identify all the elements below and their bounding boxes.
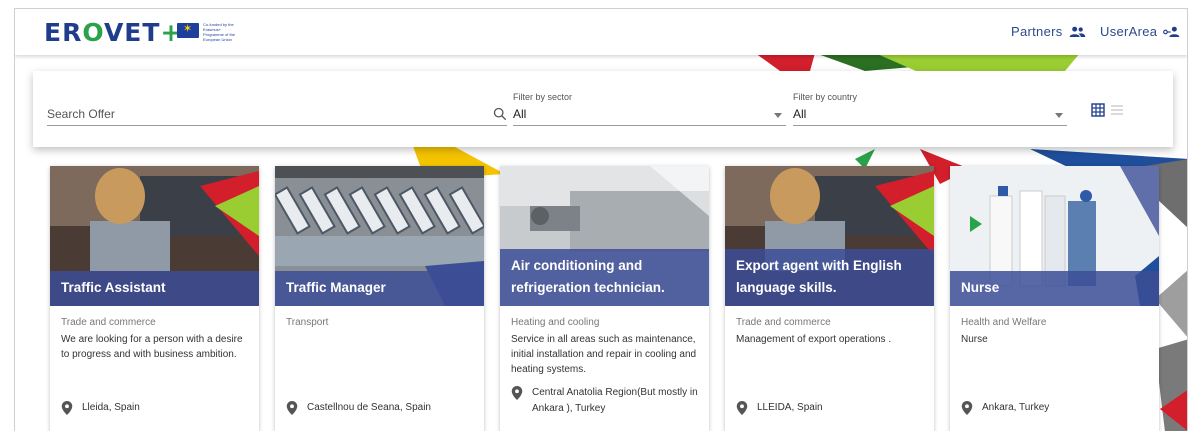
sector-value: All [513,107,527,121]
top-header: EROVET+ Co-funded by the Erasmus+ Progra… [15,9,1187,55]
eu-funding-text: Co-funded by the Erasmus+ Programme of t… [203,22,236,42]
card-sector: Health and Welfare [961,317,1047,328]
filter-bar: Search Offer Filter by sector All Filter… [33,71,1173,147]
card-description: Nurse [961,334,988,345]
people-icon [1069,26,1085,37]
card-image: Nurse [950,166,1159,306]
card-image: Traffic Manager [275,166,484,306]
card-title: Export agent with English language skill… [725,249,934,306]
offer-card[interactable]: Export agent with English language skill… [725,166,934,431]
card-sector: Trade and commerce [61,317,156,328]
card-title: Air conditioning and refrigeration techn… [500,249,709,306]
card-title: Nurse [950,271,1159,306]
card-image: Traffic Assistant [50,166,259,306]
card-location: LLEIDA, Spain [736,400,928,416]
location-pin-icon [511,386,523,400]
user-key-icon [1163,26,1180,37]
card-image: Air conditioning and refrigeration techn… [500,166,709,306]
partners-link[interactable]: Partners [1011,24,1086,39]
card-image: Export agent with English language skill… [725,166,934,306]
caret-down-icon [774,113,782,118]
card-location-text: Lleida, Spain [82,402,140,413]
card-title: Traffic Assistant [50,271,259,306]
offer-card[interactable]: Nurse Health and Welfare Nurse Ankara, T… [950,166,1159,431]
erovet-logo[interactable]: EROVET+ [44,18,182,47]
location-pin-icon [736,401,748,415]
card-description: Service in all areas such as maintenance… [511,334,697,375]
userarea-label: UserArea [1100,24,1158,39]
eu-flag-icon [177,22,199,38]
card-sector: Trade and commerce [736,317,831,328]
offer-card[interactable]: Air conditioning and refrigeration techn… [500,166,709,431]
card-sector: Heating and cooling [511,317,600,328]
offer-card[interactable]: Traffic Assistant Trade and commerce We … [50,166,259,431]
location-pin-icon [286,401,298,415]
card-location: Castellnou de Seana, Spain [286,400,478,416]
card-location-text: LLEIDA, Spain [757,402,823,413]
country-label: Filter by country [793,92,858,102]
location-pin-icon [61,401,73,415]
card-location: Central Anatolia Region(But mostly in An… [511,385,703,417]
search-offer-input[interactable]: Search Offer [47,96,507,126]
userarea-link[interactable]: UserArea [1100,24,1180,39]
list-view-icon[interactable] [1110,103,1124,117]
location-pin-icon [961,401,973,415]
grid-view-icon[interactable] [1091,103,1105,117]
sector-label: Filter by sector [513,92,573,102]
card-description: Management of export operations . [736,334,892,345]
card-location: Lleida, Spain [61,400,253,416]
app-window: EROVET+ Co-funded by the Erasmus+ Progra… [14,8,1188,431]
sector-select[interactable]: Filter by sector All [513,89,786,126]
card-location: Ankara, Turkey [961,400,1153,416]
card-description: We are looking for a person with a desir… [61,334,243,360]
caret-down-icon [1055,113,1063,118]
card-location-text: Central Anatolia Region(But mostly in An… [532,387,698,414]
country-value: All [793,107,807,121]
card-sector: Transport [286,317,329,328]
search-icon[interactable] [493,107,507,121]
country-select[interactable]: Filter by country All [793,89,1067,126]
card-location-text: Castellnou de Seana, Spain [307,402,431,413]
partners-label: Partners [1011,24,1063,39]
offer-card[interactable]: Traffic Manager Transport Castellnou de … [275,166,484,431]
card-location-text: Ankara, Turkey [982,402,1050,413]
search-placeholder: Search Offer [47,107,115,121]
card-title: Traffic Manager [275,271,484,306]
